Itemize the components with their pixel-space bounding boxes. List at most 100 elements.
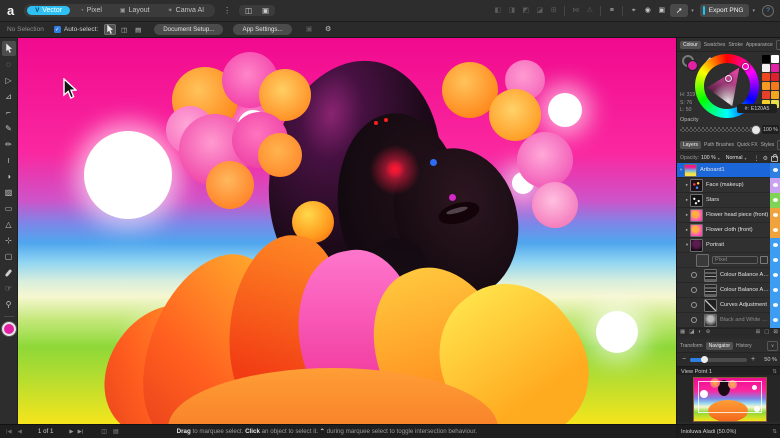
- layer-visible-eye-icon[interactable]: [773, 228, 778, 232]
- layer-row[interactable]: ▸ Face (makeup): [677, 177, 780, 193]
- canvas-artboard[interactable]: [18, 38, 676, 424]
- layer-row[interactable]: Curves Adjustment: [677, 297, 780, 313]
- quick-shape-menu-button[interactable]: ➚: [670, 4, 689, 17]
- add-pixel-layer-icon[interactable]: ▦: [680, 329, 685, 336]
- layer-visible-eye-icon[interactable]: [773, 303, 778, 307]
- first-page-button[interactable]: |◀: [6, 429, 12, 435]
- layer-options-icon[interactable]: ⋮: [754, 155, 760, 162]
- saturation-handle[interactable]: [725, 75, 732, 82]
- pencil-tool[interactable]: ✏: [2, 137, 16, 152]
- colour-swatch[interactable]: [771, 91, 779, 99]
- view-hand-tool[interactable]: ☞: [2, 281, 16, 296]
- select-layer-icon[interactable]: ▤: [132, 24, 144, 35]
- image-frame-tool[interactable]: ▢: [2, 249, 16, 264]
- layer-row[interactable]: ▸ Flower cloth (front): [677, 222, 780, 238]
- layer-visible-eye-icon[interactable]: [773, 168, 778, 172]
- layer-colour-tag[interactable]: [770, 312, 780, 328]
- pen-tool[interactable]: ✎: [2, 121, 16, 136]
- export-png-button[interactable]: Export PNG: [699, 4, 750, 17]
- persona-canva-ai[interactable]: ✶ Canva AI: [160, 6, 212, 15]
- selection-mode-icon[interactable]: ▤: [113, 428, 119, 435]
- layer-visible-eye-icon[interactable]: [773, 213, 778, 217]
- hue-handle[interactable]: [742, 63, 749, 70]
- layers-tab-layers[interactable]: Layers: [680, 140, 702, 149]
- layer-settings-gear-icon[interactable]: ⚙: [763, 155, 768, 162]
- layer-colour-tag[interactable]: [770, 162, 780, 178]
- move-tool[interactable]: [1, 41, 16, 56]
- snapping-icon[interactable]: ⌖: [628, 7, 639, 14]
- prev-page-button[interactable]: ◀: [18, 429, 22, 435]
- layer-visibility-toggle[interactable]: [691, 317, 697, 323]
- contour-tool[interactable]: ⊿: [2, 89, 16, 104]
- layer-row[interactable]: Colour Balance Adjustmen: [677, 267, 780, 283]
- colour-panel-menu-icon[interactable]: ∨: [775, 39, 780, 50]
- hex-field[interactable]: #: E120A5: [737, 104, 777, 113]
- layers-tab-quick-fx[interactable]: Quick FX: [737, 142, 758, 148]
- zoom-in-button[interactable]: +: [750, 356, 756, 363]
- preview-mode-icon[interactable]: ▣: [656, 7, 667, 14]
- layer-visibility-toggle[interactable]: [691, 302, 697, 308]
- colour-swatch[interactable]: [771, 82, 779, 90]
- app-settings-button[interactable]: App Settings...: [233, 24, 292, 35]
- zoom-slider[interactable]: [690, 355, 747, 363]
- export-caret-icon[interactable]: ▾: [752, 8, 755, 14]
- layer-visible-eye-icon[interactable]: [773, 318, 778, 322]
- mask-layer-icon[interactable]: ◪: [689, 329, 694, 336]
- layer-colour-tag[interactable]: [770, 267, 780, 283]
- colour-tab-stroke[interactable]: Stroke: [728, 42, 742, 48]
- navigator-panel-menu-icon[interactable]: ∨: [767, 340, 778, 351]
- layer-colour-tag[interactable]: [770, 252, 780, 268]
- layer-colour-tag[interactable]: [770, 207, 780, 223]
- layers-tab-path-brushes[interactable]: Path Brushes: [704, 142, 734, 148]
- help-button[interactable]: ?: [762, 4, 774, 17]
- next-page-button[interactable]: ▶: [69, 429, 73, 435]
- autoselect-checkbox[interactable]: ✓: [53, 26, 61, 33]
- colour-swatch[interactable]: [762, 91, 770, 99]
- shape-tool[interactable]: △: [2, 217, 16, 232]
- move-cursor-icon[interactable]: [104, 24, 117, 35]
- select-object-icon[interactable]: ◫: [118, 24, 130, 35]
- pages-icon[interactable]: ◫: [243, 7, 254, 15]
- zoom-tool[interactable]: ⚲: [2, 297, 16, 312]
- colour-tab-swatches[interactable]: Swatches: [704, 42, 726, 48]
- layer-colour-tag[interactable]: [770, 192, 780, 208]
- colour-picker-tool[interactable]: [2, 265, 16, 280]
- persona-layout[interactable]: ▣ Layout: [112, 6, 158, 15]
- layer-colour-tag[interactable]: [770, 237, 780, 253]
- quick-menu-caret-icon[interactable]: ▾: [691, 8, 694, 14]
- layer-colour-tag[interactable]: [770, 177, 780, 193]
- layer-visible-eye-icon[interactable]: [773, 198, 778, 202]
- layer-row[interactable]: Colour Balance Adjustmen: [677, 282, 780, 298]
- colour-tab-appearance[interactable]: Appearance: [746, 42, 773, 48]
- colour-swatch[interactable]: [771, 55, 779, 63]
- fill-tool[interactable]: ◑: [2, 169, 16, 184]
- persona-pixel[interactable]: ◔ Pixel: [72, 6, 110, 15]
- transparency-tool[interactable]: ▨: [2, 185, 16, 200]
- colour-swatch[interactable]: [762, 82, 770, 90]
- navigator-viewport-rect[interactable]: [698, 381, 762, 413]
- layer-visible-eye-icon[interactable]: [773, 258, 778, 262]
- document-setup-button[interactable]: Document Setup...: [154, 24, 224, 35]
- overflow-menu-icon[interactable]: ⋮: [223, 6, 231, 15]
- corner-tool[interactable]: ⌐: [2, 105, 16, 120]
- opacity-value[interactable]: 100 %: [762, 125, 779, 134]
- persona-vector[interactable]: V Vector: [27, 6, 71, 15]
- colour-swatch[interactable]: [771, 73, 779, 81]
- layer-row[interactable]: Pixel: [677, 252, 780, 268]
- layer-colour-tag[interactable]: [770, 222, 780, 238]
- last-page-button[interactable]: ▶|: [78, 429, 84, 435]
- zoom-out-button[interactable]: −: [681, 356, 687, 363]
- layer-row[interactable]: ▾ Portrait: [677, 237, 780, 253]
- opacity-slider[interactable]: [680, 127, 756, 132]
- colour-swatch[interactable]: [762, 64, 770, 72]
- delete-layer-icon[interactable]: ⊠: [773, 329, 778, 336]
- navigator-thumbnail[interactable]: [693, 377, 767, 422]
- node-tool[interactable]: ▷: [2, 73, 16, 88]
- add-layer-icon[interactable]: ⊞: [756, 329, 761, 336]
- colour-swatch[interactable]: [762, 73, 770, 81]
- opacity-slider-handle[interactable]: [751, 125, 761, 135]
- layer-visible-eye-icon[interactable]: [773, 183, 778, 187]
- navigator-tab-history[interactable]: History: [736, 343, 752, 349]
- layer-row[interactable]: ▸ Flower head piece (front): [677, 207, 780, 223]
- layer-lock-icon[interactable]: [771, 154, 778, 162]
